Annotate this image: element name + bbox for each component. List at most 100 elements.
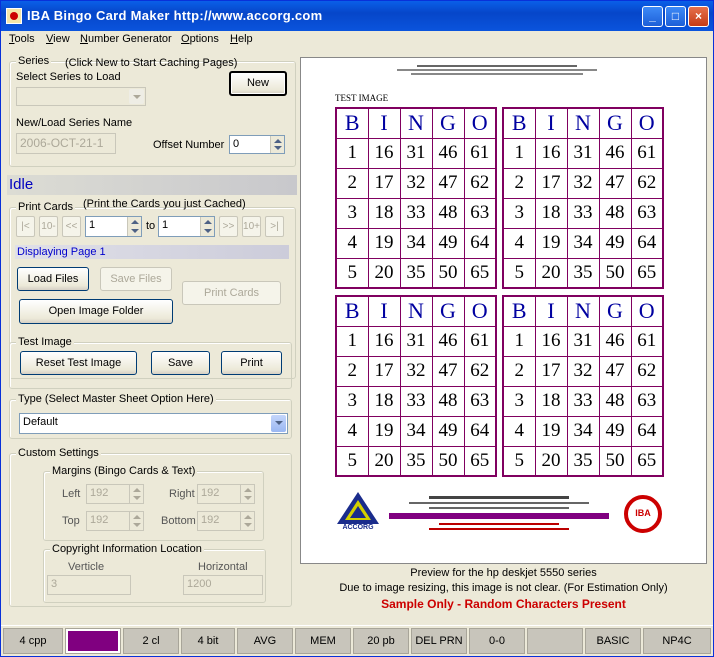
load-files-button[interactable]: Load Files bbox=[17, 267, 89, 291]
bingo-cell: 50 bbox=[598, 257, 632, 289]
verticle-field[interactable]: 3 bbox=[47, 575, 131, 595]
maximize-button[interactable]: □ bbox=[665, 6, 686, 27]
bingo-cell: 3 bbox=[502, 385, 536, 417]
menu-tools[interactable]: Tools bbox=[9, 33, 35, 45]
bingo-cell: 49 bbox=[431, 227, 465, 259]
title-bar[interactable]: IBA Bingo Card Maker http://www.accorg.c… bbox=[1, 1, 713, 31]
bingo-cell: 49 bbox=[431, 415, 465, 447]
bottom-margin-label: Bottom bbox=[161, 515, 196, 527]
verticle-label: Verticle bbox=[68, 561, 105, 573]
bingo-cell: 61 bbox=[463, 325, 497, 357]
bingo-cell: 20 bbox=[367, 445, 401, 477]
bottom-margin-field[interactable]: 192 bbox=[197, 511, 255, 531]
bingo-header-letter: N bbox=[566, 107, 600, 139]
save-test-image-button[interactable]: Save bbox=[151, 351, 210, 375]
bingo-cell: 47 bbox=[598, 167, 632, 199]
print-cards-button[interactable]: Print Cards bbox=[182, 281, 281, 305]
back-10-button[interactable]: 10- bbox=[39, 216, 58, 237]
menu-options[interactable]: Options bbox=[181, 33, 219, 45]
bingo-cell: 1 bbox=[335, 325, 369, 357]
bingo-cell: 48 bbox=[431, 385, 465, 417]
bingo-cell: 47 bbox=[598, 355, 632, 387]
bingo-cell: 50 bbox=[598, 445, 632, 477]
bingo-cell: 63 bbox=[463, 197, 497, 229]
menu-view[interactable]: View bbox=[46, 33, 70, 45]
bingo-cell: 16 bbox=[534, 137, 568, 169]
test-image-group-label: Test Image bbox=[16, 336, 74, 348]
bingo-cell: 19 bbox=[534, 415, 568, 447]
bingo-header-letter: I bbox=[367, 295, 401, 327]
top-margin-field[interactable]: 192 bbox=[86, 511, 144, 531]
series-name-field[interactable]: 2006-OCT-21-1 bbox=[16, 133, 116, 154]
left-margin-field[interactable]: 192 bbox=[86, 484, 144, 504]
chevron-down-icon[interactable] bbox=[271, 415, 286, 432]
page-to-field[interactable]: 1 bbox=[158, 216, 215, 237]
bingo-cell: 62 bbox=[630, 167, 664, 199]
bingo-cell: 3 bbox=[335, 385, 369, 417]
offset-field[interactable]: 0 bbox=[229, 135, 285, 154]
bingo-cell: 33 bbox=[566, 197, 600, 229]
custom-settings-group-label: Custom Settings bbox=[16, 447, 101, 459]
menu-bar: Tools View Number Generator Options Help bbox=[1, 31, 713, 49]
reset-test-image-button[interactable]: Reset Test Image bbox=[20, 351, 137, 375]
bingo-cell: 16 bbox=[367, 137, 401, 169]
bingo-cell: 48 bbox=[598, 197, 632, 229]
bingo-cell: 62 bbox=[630, 355, 664, 387]
new-button[interactable]: New bbox=[229, 71, 287, 96]
type-select[interactable]: Default bbox=[19, 413, 288, 434]
bingo-cell: 35 bbox=[566, 257, 600, 289]
bingo-cell: 32 bbox=[399, 355, 433, 387]
bingo-cell: 64 bbox=[463, 227, 497, 259]
bingo-cell: 19 bbox=[534, 227, 568, 259]
print-test-image-button[interactable]: Print bbox=[221, 351, 282, 375]
bingo-cell: 65 bbox=[463, 445, 497, 477]
page-from-field[interactable]: 1 bbox=[85, 216, 142, 237]
forward-10-button[interactable]: 10+ bbox=[242, 216, 261, 237]
minimize-button[interactable]: _ bbox=[642, 6, 663, 27]
close-button[interactable]: × bbox=[688, 6, 709, 27]
bingo-cell: 49 bbox=[598, 415, 632, 447]
status-color-swatch bbox=[65, 628, 121, 654]
save-files-button[interactable]: Save Files bbox=[100, 267, 172, 291]
resize-note: Due to image resizing, this image is not… bbox=[339, 582, 668, 594]
open-image-folder-button[interactable]: Open Image Folder bbox=[19, 299, 173, 324]
bingo-cell: 46 bbox=[598, 325, 632, 357]
bingo-cell: 31 bbox=[566, 325, 600, 357]
bingo-cell: 65 bbox=[630, 257, 664, 289]
displaying-page-label: Displaying Page 1 bbox=[15, 245, 289, 259]
app-icon bbox=[6, 8, 22, 24]
next-page-button[interactable]: >> bbox=[219, 216, 238, 237]
offset-spinner[interactable] bbox=[270, 136, 284, 153]
bingo-cell: 32 bbox=[566, 167, 600, 199]
menu-number-generator[interactable]: Number Generator bbox=[80, 33, 172, 45]
page-from-spinner[interactable] bbox=[127, 217, 141, 236]
chevron-down-icon[interactable] bbox=[129, 89, 144, 104]
bingo-card: B I N G O 1 16 31 46 61 2 17 32 47 62 3 18 33 48 63 4 19 34 49 6… bbox=[502, 107, 664, 289]
status-bit: 4 bit bbox=[181, 628, 235, 654]
bingo-cell: 31 bbox=[399, 325, 433, 357]
association-info bbox=[389, 494, 609, 536]
series-group-label: Series bbox=[16, 55, 52, 67]
horizontal-field[interactable]: 1200 bbox=[183, 575, 263, 595]
printer-note: Preview for the hp deskjet 5550 series bbox=[410, 567, 597, 579]
first-page-button[interactable]: |< bbox=[16, 216, 35, 237]
bingo-cell: 48 bbox=[598, 385, 632, 417]
app-window: IBA Bingo Card Maker http://www.accorg.c… bbox=[0, 0, 714, 657]
bingo-cell: 34 bbox=[399, 227, 433, 259]
page-to-spinner[interactable] bbox=[200, 217, 214, 236]
status-avg: AVG bbox=[237, 628, 293, 654]
bingo-cell: 50 bbox=[431, 257, 465, 289]
copyright-text-block bbox=[397, 64, 597, 78]
horizontal-label: Horizontal bbox=[198, 561, 248, 573]
bingo-cell: 34 bbox=[566, 227, 600, 259]
bingo-cell: 4 bbox=[502, 415, 536, 447]
bingo-cell: 18 bbox=[534, 197, 568, 229]
series-select[interactable] bbox=[16, 87, 146, 106]
menu-help[interactable]: Help bbox=[230, 33, 253, 45]
print-cards-hint: (Print the Cards you just Cached) bbox=[83, 198, 246, 210]
prev-page-button[interactable]: << bbox=[62, 216, 81, 237]
last-page-button[interactable]: >| bbox=[265, 216, 284, 237]
bingo-cell: 16 bbox=[367, 325, 401, 357]
right-margin-field[interactable]: 192 bbox=[197, 484, 255, 504]
bingo-cell: 33 bbox=[399, 385, 433, 417]
